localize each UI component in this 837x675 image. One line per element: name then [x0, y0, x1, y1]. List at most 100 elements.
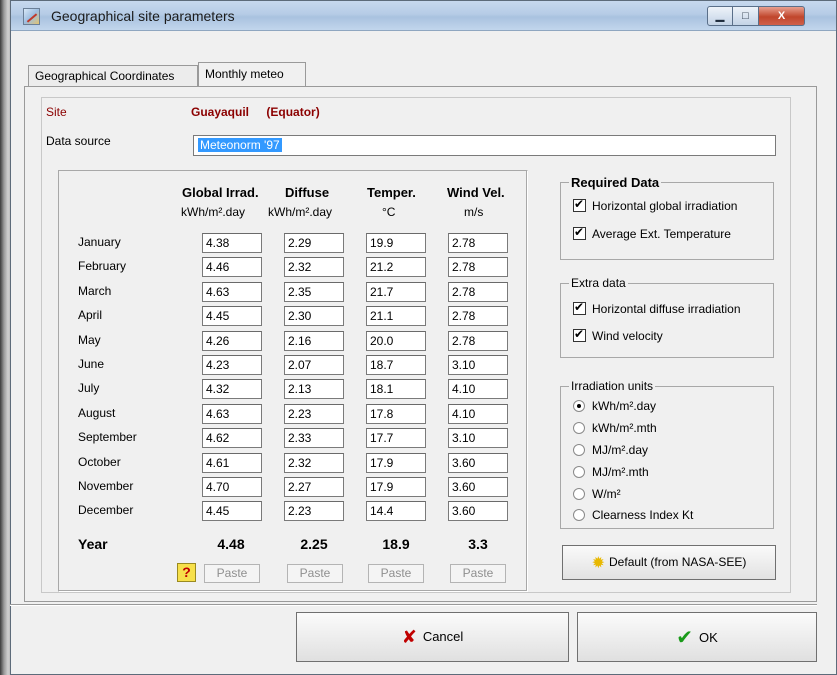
- radio-label: kWh/m².mth: [592, 421, 657, 435]
- column-header-diffuse: Diffuse: [285, 185, 330, 200]
- value-cell-diffuse[interactable]: 2.13: [284, 379, 344, 399]
- radio-clearness-index-kt[interactable]: Clearness Index Kt: [573, 508, 693, 522]
- value-cell-global-irrad[interactable]: 4.63: [202, 282, 262, 302]
- month-label: March: [78, 284, 112, 298]
- value-cell-diffuse[interactable]: 2.07: [284, 355, 344, 375]
- ok-label: OK: [698, 630, 718, 645]
- tab-geographical-coordinates[interactable]: Geographical Coordinates: [28, 65, 198, 86]
- value-cell-diffuse[interactable]: 2.29: [284, 233, 344, 253]
- value-cell-global-irrad[interactable]: 4.45: [202, 306, 262, 326]
- value-cell-diffuse[interactable]: 2.33: [284, 428, 344, 448]
- ok-check-icon: ✔: [676, 625, 693, 649]
- paste-temper-button[interactable]: Paste: [368, 564, 424, 583]
- checkbox-label: Horizontal global irradiation: [592, 199, 738, 213]
- value-cell-temper[interactable]: 19.9: [366, 233, 426, 253]
- default-nasa-see-button[interactable]: ✹ Default (from NASA-SEE): [562, 545, 776, 580]
- extra-data-title: Extra data: [569, 276, 628, 290]
- value-cell-wind-vel[interactable]: 3.60: [448, 477, 508, 497]
- value-cell-wind-vel[interactable]: 3.60: [448, 453, 508, 473]
- value-cell-wind-vel[interactable]: 2.78: [448, 233, 508, 253]
- value-cell-temper[interactable]: 17.9: [366, 453, 426, 473]
- value-cell-global-irrad[interactable]: 4.61: [202, 453, 262, 473]
- month-label: September: [78, 430, 137, 444]
- paste-wind-vel-button[interactable]: Paste: [450, 564, 506, 583]
- value-cell-wind-vel[interactable]: 2.78: [448, 331, 508, 351]
- value-cell-temper[interactable]: 21.1: [366, 306, 426, 326]
- checkbox-label: Horizontal diffuse irradiation: [592, 302, 741, 316]
- value-cell-global-irrad[interactable]: 4.26: [202, 331, 262, 351]
- checkbox-horizontal-diffuse-irradiation[interactable]: Horizontal diffuse irradiation: [573, 300, 741, 316]
- minimize-button[interactable]: ▁: [707, 6, 733, 26]
- default-button-label: Default (from NASA-SEE): [609, 555, 747, 569]
- divider: [10, 604, 817, 606]
- checkbox-horizontal-global-irradiation[interactable]: Horizontal global irradiation: [573, 197, 738, 213]
- value-cell-wind-vel[interactable]: 2.78: [448, 306, 508, 326]
- value-cell-temper[interactable]: 20.0: [366, 331, 426, 351]
- data-source-input[interactable]: Meteonorm '97: [193, 135, 776, 156]
- value-cell-wind-vel[interactable]: 4.10: [448, 379, 508, 399]
- value-cell-wind-vel[interactable]: 2.78: [448, 282, 508, 302]
- month-label: June: [78, 357, 105, 371]
- value-cell-wind-vel[interactable]: 2.78: [448, 257, 508, 277]
- value-cell-wind-vel[interactable]: 3.60: [448, 501, 508, 521]
- value-cell-diffuse[interactable]: 2.27: [284, 477, 344, 497]
- value-cell-diffuse[interactable]: 2.23: [284, 501, 344, 521]
- value-cell-global-irrad[interactable]: 4.38: [202, 233, 262, 253]
- paste-global-irrad-button[interactable]: Paste: [204, 564, 260, 583]
- month-label: November: [78, 479, 134, 493]
- paste-diffuse-button[interactable]: Paste: [287, 564, 343, 583]
- value-cell-temper[interactable]: 21.7: [366, 282, 426, 302]
- maximize-button[interactable]: □: [733, 6, 759, 26]
- value-cell-global-irrad[interactable]: 4.23: [202, 355, 262, 375]
- radio-mj-m2-day[interactable]: MJ/m².day: [573, 443, 648, 457]
- column-header-wind-vel: Wind Vel.: [447, 185, 505, 200]
- checkbox-checked-icon: [573, 300, 586, 315]
- close-button[interactable]: X: [759, 6, 805, 26]
- radio-icon: [573, 509, 585, 521]
- value-cell-diffuse[interactable]: 2.23: [284, 404, 344, 424]
- value-cell-temper[interactable]: 18.7: [366, 355, 426, 375]
- value-cell-temper[interactable]: 17.7: [366, 428, 426, 448]
- checkbox-wind-velocity[interactable]: Wind velocity: [573, 327, 663, 343]
- value-cell-wind-vel[interactable]: 3.10: [448, 428, 508, 448]
- irradiation-units-group: Irradiation units kWh/m².day kWh/m².mth …: [560, 379, 774, 529]
- title-bar[interactable]: Geographical site parameters ▁ □ X: [11, 1, 836, 31]
- radio-kwh-m2-mth[interactable]: kWh/m².mth: [573, 421, 657, 435]
- value-cell-global-irrad[interactable]: 4.45: [202, 501, 262, 521]
- radio-icon: [573, 422, 585, 434]
- radio-icon: [573, 488, 585, 500]
- background-window-edge: [0, 0, 10, 675]
- cancel-button[interactable]: ✘ Cancel: [296, 612, 569, 662]
- cancel-x-icon: ✘: [401, 627, 417, 648]
- column-header-global-irrad: Global Irrad.: [182, 185, 259, 200]
- value-cell-temper[interactable]: 17.9: [366, 477, 426, 497]
- value-cell-global-irrad[interactable]: 4.46: [202, 257, 262, 277]
- value-cell-diffuse[interactable]: 2.30: [284, 306, 344, 326]
- value-cell-temper[interactable]: 14.4: [366, 501, 426, 521]
- value-cell-diffuse[interactable]: 2.32: [284, 257, 344, 277]
- checkbox-checked-icon: [573, 327, 586, 342]
- value-cell-wind-vel[interactable]: 3.10: [448, 355, 508, 375]
- value-cell-temper[interactable]: 18.1: [366, 379, 426, 399]
- value-cell-wind-vel[interactable]: 4.10: [448, 404, 508, 424]
- value-cell-global-irrad[interactable]: 4.62: [202, 428, 262, 448]
- value-cell-temper[interactable]: 21.2: [366, 257, 426, 277]
- radio-w-m2[interactable]: W/m²: [573, 487, 621, 501]
- value-cell-global-irrad[interactable]: 4.63: [202, 404, 262, 424]
- value-cell-diffuse[interactable]: 2.32: [284, 453, 344, 473]
- radio-label: MJ/m².mth: [592, 465, 649, 479]
- radio-label: kWh/m².day: [592, 399, 657, 413]
- radio-mj-m2-mth[interactable]: MJ/m².mth: [573, 465, 649, 479]
- year-wind-vel: 3.3: [468, 536, 488, 552]
- value-cell-diffuse[interactable]: 2.16: [284, 331, 344, 351]
- ok-button[interactable]: ✔ OK: [577, 612, 817, 662]
- value-cell-global-irrad[interactable]: 4.70: [202, 477, 262, 497]
- value-cell-temper[interactable]: 17.8: [366, 404, 426, 424]
- checkbox-label: Wind velocity: [592, 329, 663, 343]
- help-icon[interactable]: ?: [177, 563, 196, 582]
- radio-kwh-m2-day[interactable]: kWh/m².day: [573, 399, 656, 413]
- value-cell-global-irrad[interactable]: 4.32: [202, 379, 262, 399]
- checkbox-average-ext-temperature[interactable]: Average Ext. Temperature: [573, 225, 731, 241]
- tab-monthly-meteo[interactable]: Monthly meteo: [198, 62, 306, 87]
- value-cell-diffuse[interactable]: 2.35: [284, 282, 344, 302]
